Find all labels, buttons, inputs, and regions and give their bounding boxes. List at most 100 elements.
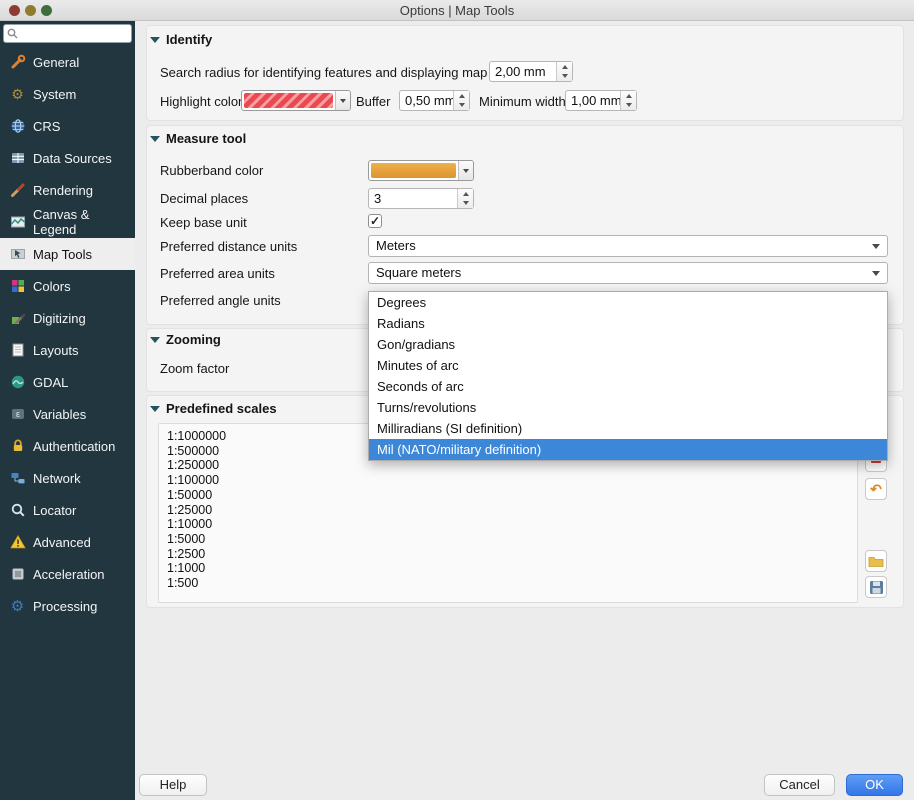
restore-default-scales-button[interactable]: ↶ (865, 478, 887, 500)
spin-up-icon[interactable] (621, 91, 636, 101)
spin-up-icon[interactable] (454, 91, 469, 101)
spin-steppers (457, 189, 473, 208)
scale-item[interactable]: 1:5000 (167, 532, 857, 547)
sidebar-item-data-sources[interactable]: Data Sources (0, 142, 135, 174)
keep-base-unit-checkbox[interactable]: ✓ (368, 214, 382, 228)
sidebar-item-locator[interactable]: Locator (0, 494, 135, 526)
decimal-places-spinbox[interactable]: 3 (368, 188, 474, 209)
combobox-value: Square meters (376, 265, 461, 280)
sidebar-item-gdal[interactable]: GDAL (0, 366, 135, 398)
search-radius-spinbox[interactable]: 2,00 mm (489, 61, 573, 82)
import-scales-button[interactable] (865, 550, 887, 572)
sidebar-item-map-tools[interactable]: Map Tools (0, 238, 135, 270)
section-title: Predefined scales (166, 401, 277, 416)
sidebar-item-authentication[interactable]: Authentication (0, 430, 135, 462)
chevron-down-icon (340, 99, 346, 103)
main-content: Identify Search radius for identifying f… (135, 21, 914, 800)
scale-item[interactable]: 1:1000 (167, 561, 857, 576)
cancel-button[interactable]: Cancel (764, 774, 835, 796)
sidebar-item-digitizing[interactable]: Digitizing (0, 302, 135, 334)
sidebar-item-variables[interactable]: ε Variables (0, 398, 135, 430)
popup-option-turns[interactable]: Turns/revolutions (369, 397, 887, 418)
spinbox-value: 1,00 mm (566, 91, 620, 110)
spin-down-icon[interactable] (458, 199, 473, 209)
sidebar-item-system[interactable]: ⚙ System (0, 78, 135, 110)
combobox-value: Meters (376, 238, 416, 253)
rubberband-color-button[interactable] (368, 160, 474, 181)
chevron-down-icon (872, 244, 880, 249)
distance-units-combobox[interactable]: Meters (368, 235, 888, 257)
popup-option-mil-nato[interactable]: Mil (NATO/military definition) (369, 439, 887, 460)
sidebar-item-canvas-legend[interactable]: Canvas & Legend (0, 206, 135, 238)
spin-steppers (453, 91, 469, 110)
sidebar-item-network[interactable]: Network (0, 462, 135, 494)
chevron-down-icon (463, 169, 469, 173)
section-title: Measure tool (166, 131, 246, 146)
min-width-spinbox[interactable]: 1,00 mm (565, 90, 637, 111)
spinbox-value: 2,00 mm (490, 62, 556, 81)
collapse-arrow-icon (150, 37, 160, 43)
rubberband-label: Rubberband color (160, 163, 263, 178)
measure-header[interactable]: Measure tool (150, 131, 246, 146)
sidebar-item-layouts[interactable]: Layouts (0, 334, 135, 366)
scale-item[interactable]: 1:10000 (167, 517, 857, 532)
sidebar-item-processing[interactable]: ⚙ Processing (0, 590, 135, 622)
sidebar-item-label: Network (33, 471, 81, 486)
zooming-header[interactable]: Zooming (150, 332, 221, 347)
sidebar-item-general[interactable]: General (0, 46, 135, 78)
buffer-spinbox[interactable]: 0,50 mm (399, 90, 470, 111)
sidebar-item-crs[interactable]: CRS (0, 110, 135, 142)
scale-item[interactable]: 1:50000 (167, 488, 857, 503)
gdal-icon (9, 374, 26, 391)
collapse-arrow-icon (150, 406, 160, 412)
sidebar-item-rendering[interactable]: Rendering (0, 174, 135, 206)
window-title: Options | Map Tools (0, 3, 914, 18)
area-units-combobox[interactable]: Square meters (368, 262, 888, 284)
spin-down-icon[interactable] (454, 101, 469, 111)
distance-units-label: Preferred distance units (160, 239, 297, 254)
scale-item[interactable]: 1:500 (167, 576, 857, 591)
variables-icon: ε (9, 406, 26, 423)
popup-option-milliradians[interactable]: Milliradians (SI definition) (369, 418, 887, 439)
popup-option-degrees[interactable]: Degrees (369, 292, 887, 313)
sidebar-item-label: Canvas & Legend (33, 207, 135, 237)
sidebar-item-label: GDAL (33, 375, 68, 390)
sidebar-item-acceleration[interactable]: Acceleration (0, 558, 135, 590)
scales-header[interactable]: Predefined scales (150, 401, 277, 416)
sidebar-item-label: Layouts (33, 343, 79, 358)
identify-header[interactable]: Identify (150, 32, 212, 47)
map-tools-icon (9, 246, 26, 263)
sidebar-item-advanced[interactable]: Advanced (0, 526, 135, 558)
search-icon (7, 28, 18, 39)
sidebar-item-colors[interactable]: Colors (0, 270, 135, 302)
spin-up-icon[interactable] (458, 189, 473, 199)
highlight-color-button[interactable] (241, 90, 351, 111)
export-scales-button[interactable] (865, 576, 887, 598)
scale-item[interactable]: 1:25000 (167, 503, 857, 518)
color-grid-icon (9, 278, 26, 295)
spin-down-icon[interactable] (621, 101, 636, 111)
color-dropdown-arrow[interactable] (335, 91, 350, 110)
chevron-down-icon (872, 271, 880, 276)
scale-item[interactable]: 1:2500 (167, 547, 857, 562)
popup-option-seconds-of-arc[interactable]: Seconds of arc (369, 376, 887, 397)
popup-option-radians[interactable]: Radians (369, 313, 887, 334)
help-button[interactable]: Help (139, 774, 207, 796)
decimal-places-label: Decimal places (160, 191, 248, 206)
popup-option-gon[interactable]: Gon/gradians (369, 334, 887, 355)
popup-option-minutes-of-arc[interactable]: Minutes of arc (369, 355, 887, 376)
sidebar-search[interactable] (3, 24, 132, 43)
sidebar-item-label: Advanced (33, 535, 91, 550)
spin-up-icon[interactable] (557, 62, 572, 72)
area-units-label: Preferred area units (160, 266, 275, 281)
scale-item[interactable]: 1:100000 (167, 473, 857, 488)
color-dropdown-arrow[interactable] (458, 161, 473, 180)
spin-steppers (620, 91, 636, 110)
ok-button[interactable]: OK (846, 774, 903, 796)
spin-down-icon[interactable] (557, 72, 572, 82)
search-input[interactable] (21, 26, 131, 43)
spinbox-value: 3 (369, 189, 457, 208)
sidebar-item-label: Rendering (33, 183, 93, 198)
globe-icon (9, 118, 26, 135)
spin-steppers (556, 62, 572, 81)
